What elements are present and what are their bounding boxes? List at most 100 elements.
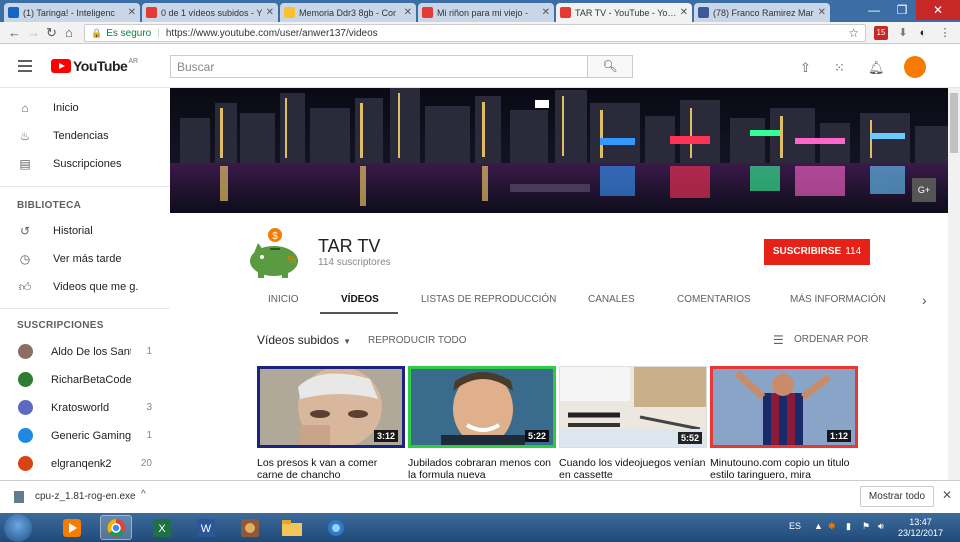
close-tab-icon[interactable]: ✕ bbox=[404, 7, 412, 18]
tray-app-icon[interactable]: ✱ bbox=[828, 521, 836, 532]
close-tab-icon[interactable]: ✕ bbox=[128, 7, 136, 18]
video-thumbnail[interactable]: 5:52 bbox=[559, 366, 707, 448]
chevron-up-icon[interactable]: ^ bbox=[141, 489, 146, 500]
start-button[interactable] bbox=[4, 514, 32, 542]
address-bar[interactable]: 🔒 Es seguro | https://www.youtube.com/us… bbox=[84, 24, 866, 42]
chevron-right-icon[interactable]: › bbox=[922, 292, 927, 308]
video-card[interactable]: 3:12 Los presos k van a comer carne de c… bbox=[257, 366, 405, 481]
volume-icon[interactable]: 🔊︎ bbox=[878, 521, 884, 532]
scrollbar-thumb[interactable] bbox=[950, 93, 958, 153]
bookmark-star-icon[interactable]: ☆ bbox=[848, 26, 859, 40]
reload-icon[interactable]: ↻ bbox=[46, 25, 57, 41]
close-window-icon[interactable]: ✕ bbox=[916, 0, 960, 20]
video-card[interactable]: 5:52 Cuando los videojuegos venían en ca… bbox=[559, 366, 707, 481]
maximize-window-icon[interactable]: ❐ bbox=[888, 0, 916, 20]
browser-taskbar-icon[interactable] bbox=[320, 515, 352, 540]
play-all-button[interactable]: REPRODUCIR TODO bbox=[368, 335, 467, 346]
library-heading: BIBLIOTECA bbox=[17, 200, 82, 211]
caret-down-icon: ▼ bbox=[343, 337, 351, 346]
tray-expand-icon[interactable]: ▲ bbox=[814, 521, 823, 531]
subscribe-button[interactable]: SUSCRIBIRSE 114 bbox=[764, 239, 870, 265]
search-button[interactable]: 🔍︎ bbox=[587, 55, 633, 78]
close-tab-icon[interactable]: ✕ bbox=[680, 7, 688, 18]
notifications-bell-icon[interactable]: 🔔︎ bbox=[868, 60, 885, 76]
game-taskbar-icon[interactable] bbox=[234, 515, 266, 540]
subscription-item[interactable]: Aldo De los Sant...1 bbox=[0, 338, 170, 366]
clock[interactable]: 13:47 23/12/2017 bbox=[898, 517, 943, 539]
sort-button[interactable]: ORDENAR POR bbox=[794, 334, 868, 345]
tab-listas[interactable]: LISTAS DE REPRODUCCIÓN bbox=[421, 294, 556, 305]
excel-taskbar-icon[interactable]: X bbox=[146, 515, 178, 540]
language-indicator[interactable]: ES bbox=[789, 521, 801, 531]
media-player-taskbar-icon[interactable] bbox=[56, 515, 88, 540]
tab-canales[interactable]: CANALES bbox=[588, 294, 635, 305]
subscription-item[interactable]: elgranqenk2 20 bbox=[0, 450, 170, 478]
chrome-taskbar-icon[interactable] bbox=[100, 515, 132, 540]
video-thumbnail[interactable]: 1:12 bbox=[710, 366, 858, 448]
sidebar-item-suscripciones[interactable]: ▤ Suscripciones bbox=[0, 150, 170, 178]
forward-arrow-icon[interactable]: → bbox=[27, 25, 40, 40]
close-tab-icon[interactable]: ✕ bbox=[818, 7, 826, 18]
browser-tab-active[interactable]: TAR TV - YouTube - Youtu ✕ bbox=[556, 3, 692, 22]
home-button-icon[interactable]: ⌂ bbox=[65, 25, 73, 40]
search-input[interactable]: Buscar bbox=[170, 55, 588, 78]
extension-arrow-icon[interactable]: ⬇ bbox=[896, 26, 910, 40]
video-title[interactable]: Cuando los videojuegos venían en cassett… bbox=[559, 457, 707, 481]
apps-grid-icon[interactable]: ⁙ bbox=[834, 60, 845, 76]
video-duration: 1:12 bbox=[826, 430, 851, 442]
channel-avatar bbox=[18, 400, 33, 415]
close-tab-icon[interactable]: ✕ bbox=[266, 7, 274, 18]
channel-avatar bbox=[18, 456, 33, 471]
video-title[interactable]: Minutouno.com copio un titulo estilo tar… bbox=[710, 457, 858, 481]
divider bbox=[0, 186, 170, 187]
tab-inicio[interactable]: INICIO bbox=[268, 294, 299, 305]
account-avatar[interactable] bbox=[904, 56, 926, 78]
sidebar-item-tendencias[interactable]: ♨ Tendencias bbox=[0, 122, 170, 150]
svg-text:$: $ bbox=[272, 231, 278, 242]
videos-selector[interactable]: Vídeos subidos ▼ bbox=[257, 333, 351, 347]
tab-mas-informacion[interactable]: MÁS INFORMACIÓN bbox=[790, 294, 886, 305]
youtube-logo[interactable]: YouTube AR bbox=[51, 58, 138, 74]
sidebar-item-videos-que-me-gustan[interactable]: 👍︎ Videos que me g... bbox=[0, 273, 170, 301]
minimize-window-icon[interactable]: — bbox=[860, 0, 888, 20]
page-scrollbar[interactable] bbox=[948, 88, 960, 480]
upload-icon[interactable]: ⇧ bbox=[800, 60, 811, 76]
hamburger-menu-icon[interactable] bbox=[18, 60, 32, 72]
browser-tab[interactable]: (1) Taringa! - Inteligenc ✕ bbox=[4, 3, 140, 22]
menu-kebab-icon[interactable]: ⋮ bbox=[938, 26, 952, 40]
subscription-item[interactable]: RicharBetaCode bbox=[0, 366, 170, 394]
video-title[interactable]: Jubilados cobraran menos con la formula … bbox=[408, 457, 556, 481]
channel-header: $ % TAR TV 114 suscriptores SUSCRIBIRSE 1… bbox=[170, 213, 948, 315]
extension-badge-icon[interactable]: 15 bbox=[874, 26, 888, 40]
show-all-button[interactable]: Mostrar todo bbox=[860, 486, 934, 507]
secure-label: Es seguro bbox=[106, 27, 152, 39]
browser-tab[interactable]: Memoria Ddr3 8gb - Cor ✕ bbox=[280, 3, 416, 22]
network-icon[interactable]: ▮ bbox=[846, 521, 851, 532]
video-thumbnail[interactable]: 5:22 bbox=[408, 366, 556, 448]
back-arrow-icon[interactable]: ← bbox=[8, 25, 21, 40]
video-thumbnail[interactable]: 3:12 bbox=[257, 366, 405, 448]
extension-circle-icon[interactable]: ◐ bbox=[916, 26, 930, 40]
browser-tab[interactable]: 0 de 1 vídeos subidos - Y ✕ bbox=[142, 3, 278, 22]
download-filename[interactable]: cpu-z_1.81-rog-en.exe bbox=[35, 491, 136, 502]
action-center-flag-icon[interactable]: ⚑ bbox=[862, 521, 870, 532]
video-card[interactable]: 1:12 Minutouno.com copio un titulo estil… bbox=[710, 366, 858, 481]
sidebar-item-inicio[interactable]: ⌂ Inicio bbox=[0, 94, 170, 122]
folder-taskbar-icon[interactable] bbox=[276, 515, 308, 540]
subscription-item[interactable]: Generic Gaming 1 bbox=[0, 422, 170, 450]
browser-tab[interactable]: Mi riñon para mi viejo - ✕ bbox=[418, 3, 554, 22]
tab-videos[interactable]: VÍDEOS bbox=[341, 294, 379, 305]
subscription-item[interactable]: Kratosworld 3 bbox=[0, 394, 170, 422]
video-card[interactable]: 5:22 Jubilados cobraran menos con la for… bbox=[408, 366, 556, 481]
videos-section: Vídeos subidos ▼ REPRODUCIR TODO ☰ ORDENA… bbox=[170, 315, 948, 481]
close-tab-icon[interactable]: ✕ bbox=[542, 7, 550, 18]
tab-comentarios[interactable]: COMENTARIOS bbox=[677, 294, 751, 305]
sidebar-item-ver-mas-tarde[interactable]: ◷ Ver más tarde bbox=[0, 245, 170, 273]
thumbs-up-icon: 👍︎ bbox=[18, 279, 32, 294]
video-title[interactable]: Los presos k van a comer carne de chanch… bbox=[257, 457, 405, 481]
word-taskbar-icon[interactable]: W bbox=[190, 515, 222, 540]
browser-tab[interactable]: (78) Franco Ramirez Mar ✕ bbox=[694, 3, 830, 22]
google-plus-link[interactable]: G+ bbox=[912, 178, 936, 202]
sidebar-item-historial[interactable]: ↺ Historial bbox=[0, 217, 170, 245]
close-icon[interactable]: ✕ bbox=[942, 488, 952, 502]
